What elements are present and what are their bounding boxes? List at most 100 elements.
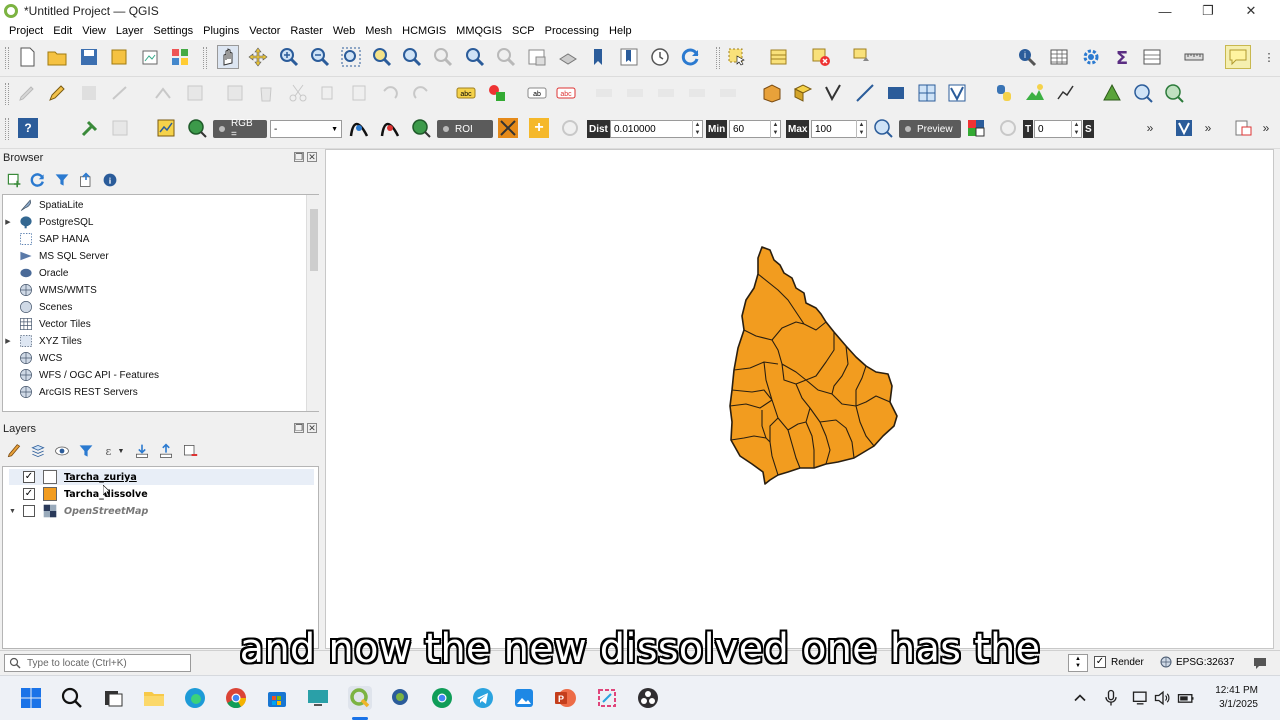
menu-settings[interactable]: Settings xyxy=(148,25,198,37)
zoom-to-selection-icon[interactable] xyxy=(372,47,392,67)
filter-legend-icon[interactable] xyxy=(78,443,94,459)
chrome-profile-icon[interactable] xyxy=(430,686,454,710)
zoom-last-icon[interactable] xyxy=(465,47,485,67)
map-canvas[interactable] xyxy=(325,149,1274,649)
scp-add-roi-icon[interactable]: + xyxy=(529,118,549,138)
label-highlight-icon[interactable]: ab xyxy=(527,83,547,103)
label-red-icon[interactable]: abc xyxy=(556,83,576,103)
microsoft-store-icon[interactable] xyxy=(265,686,289,710)
toolbar-grip[interactable] xyxy=(716,47,720,69)
print-layout-icon[interactable] xyxy=(140,47,160,67)
scp-help-button[interactable]: ? xyxy=(18,118,38,138)
windows-start-icon[interactable] xyxy=(19,686,43,710)
browser-item-arcgis-rest[interactable]: ArcGIS REST Servers xyxy=(3,384,138,400)
close-panel-icon[interactable]: ✕ xyxy=(307,423,317,433)
collapse-all-icon[interactable] xyxy=(158,443,174,459)
menu-hcmgis[interactable]: HCMGIS xyxy=(397,25,451,37)
pin-label-icon[interactable] xyxy=(594,83,614,103)
menu-vector[interactable]: Vector xyxy=(244,25,285,37)
scp-preview-zoom-icon[interactable] xyxy=(873,118,893,138)
manage-map-themes-icon[interactable] xyxy=(54,443,70,459)
scp-dock-icon[interactable] xyxy=(110,118,130,138)
collapse-arrow-icon[interactable]: ▼ xyxy=(9,508,23,515)
add-feature-icon[interactable] xyxy=(110,83,130,103)
browser-item-oracle[interactable]: Oracle xyxy=(3,265,68,281)
task-view-icon[interactable] xyxy=(101,686,125,710)
pan-to-selection-icon[interactable] xyxy=(248,47,268,67)
toolbar-overflow-icon[interactable]: » xyxy=(1198,118,1218,138)
remove-layer-icon[interactable] xyxy=(182,443,198,459)
rotate-label-icon[interactable] xyxy=(687,83,707,103)
expand-all-icon[interactable] xyxy=(134,443,150,459)
undo-icon[interactable] xyxy=(380,83,400,103)
filter-icon[interactable] xyxy=(54,172,70,188)
dist-spinner[interactable]: ▲ ▼ xyxy=(692,120,702,138)
expand-arrow-icon[interactable]: ▶ xyxy=(3,337,13,345)
style-brush-icon[interactable] xyxy=(6,443,22,459)
search-globe-icon[interactable] xyxy=(1133,83,1153,103)
snipping-tool-icon[interactable] xyxy=(595,686,619,710)
t-spinner[interactable]: ▲ ▼ xyxy=(1071,120,1081,138)
layer-row[interactable]: ✓ Tarcha_dissolve xyxy=(9,486,148,502)
layer-symbol-swatch[interactable] xyxy=(43,487,57,501)
zoom-native-icon[interactable] xyxy=(433,47,453,67)
scp-draw-roi-icon[interactable] xyxy=(498,118,518,138)
volume-icon[interactable] xyxy=(1153,686,1173,710)
min-spinner[interactable]: ▲ ▼ xyxy=(770,120,780,138)
powerpoint-icon[interactable]: P xyxy=(553,686,577,710)
close-panel-icon[interactable]: ✕ xyxy=(307,152,317,162)
browser-item-sap-hana[interactable]: SAP HANA xyxy=(3,231,89,247)
toolbar-grip[interactable] xyxy=(203,47,207,69)
quickmapservices-icon[interactable] xyxy=(1164,83,1184,103)
remote-desktop-icon[interactable] xyxy=(306,686,330,710)
edge-browser-icon[interactable] xyxy=(183,686,207,710)
menu-web[interactable]: Web xyxy=(328,25,360,37)
temporal-clock-icon[interactable] xyxy=(650,47,670,67)
toolbar-overflow-icon[interactable]: » xyxy=(1140,118,1160,138)
show-bookmarks-icon[interactable] xyxy=(619,47,639,67)
scp-redo-roi-icon[interactable] xyxy=(560,118,580,138)
attribute-table-icon[interactable] xyxy=(1049,47,1069,67)
change-label-icon[interactable] xyxy=(718,83,738,103)
browser-item-wcs[interactable]: WCS xyxy=(3,350,62,366)
info-icon[interactable]: i xyxy=(102,172,118,188)
dist-input[interactable]: 0.010000 xyxy=(610,120,703,138)
menu-scp[interactable]: SCP xyxy=(507,25,540,37)
modify-attributes-icon[interactable] xyxy=(185,83,205,103)
settings-gear-icon[interactable] xyxy=(1081,47,1101,67)
toolbar-grip[interactable] xyxy=(5,83,9,105)
search-icon[interactable] xyxy=(60,686,84,710)
float-panel-icon[interactable]: ❐ xyxy=(294,423,304,433)
browser-item-scenes[interactable]: Scenes xyxy=(3,299,72,315)
attribute-table-select-icon[interactable] xyxy=(769,47,789,67)
select-by-location-icon[interactable] xyxy=(852,47,872,67)
system-clock[interactable]: 12:41 PM 3/1/2025 xyxy=(1215,684,1258,712)
expand-arrow-icon[interactable]: ▶ xyxy=(3,218,13,226)
grid-icon[interactable] xyxy=(917,83,937,103)
scp-reload-icon[interactable] xyxy=(998,118,1018,138)
open-project-icon[interactable] xyxy=(47,47,67,67)
map-tips-icon[interactable] xyxy=(1225,45,1251,69)
browser-scrollbar[interactable] xyxy=(306,195,319,411)
menu-edit[interactable]: Edit xyxy=(48,25,77,37)
label-abc-icon[interactable]: abc xyxy=(456,83,476,103)
menu-project[interactable]: Project xyxy=(4,25,48,37)
save-edits-icon[interactable] xyxy=(79,83,99,103)
browser-item-postgresql[interactable]: ▶ PostgreSQL xyxy=(3,214,93,230)
open-field-calculator-icon[interactable] xyxy=(1142,47,1162,67)
zoom-out-icon[interactable] xyxy=(310,47,330,67)
refresh-icon[interactable] xyxy=(30,172,46,188)
qgis-taskbar-icon[interactable] xyxy=(348,686,372,710)
microphone-icon[interactable] xyxy=(1101,686,1121,710)
move-label-icon[interactable] xyxy=(656,83,676,103)
current-edits-icon[interactable] xyxy=(17,83,37,103)
scp-tools-icon[interactable] xyxy=(80,118,100,138)
toolbar-overflow-icon[interactable]: ⋮ xyxy=(1259,47,1279,67)
chevron-up-icon[interactable] xyxy=(1070,686,1090,710)
triangle-plugin-icon[interactable] xyxy=(1102,83,1122,103)
layer-name[interactable]: Tarcha_zuriya xyxy=(64,472,137,483)
layer-visibility-checkbox[interactable]: ✓ xyxy=(23,488,35,500)
measure-line-icon[interactable] xyxy=(1184,47,1204,67)
minimize-button[interactable]: — xyxy=(1143,0,1187,22)
file-explorer-icon[interactable] xyxy=(142,686,166,710)
